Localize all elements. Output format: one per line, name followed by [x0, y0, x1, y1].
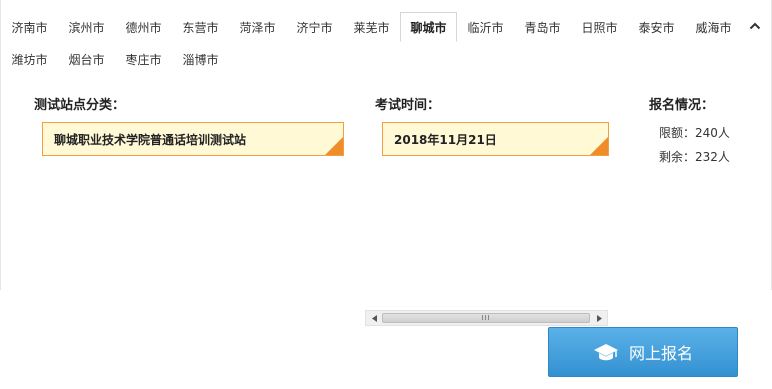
tab-yantai[interactable]: 烟台市 — [58, 46, 115, 74]
online-registration-button[interactable]: 网上报名 — [548, 327, 738, 377]
site-category-label: 测试站点分类： — [34, 98, 126, 113]
scroll-right-button[interactable] — [591, 311, 607, 325]
dropdown-corner — [325, 137, 343, 155]
quota-text: 限额：240人 — [659, 126, 730, 140]
tab-weifang[interactable]: 潍坊市 — [1, 46, 58, 74]
tab-binzhou[interactable]: 滨州市 — [58, 14, 115, 42]
tab-zaozhuang[interactable]: 枣庄市 — [115, 46, 172, 74]
tab-heze[interactable]: 菏泽市 — [229, 14, 286, 42]
tab-liaocheng-active[interactable]: 聊城市 — [400, 12, 457, 42]
exam-time-select[interactable]: 2018年11月21日 — [382, 122, 609, 156]
tab-zibo[interactable]: 淄博市 — [172, 46, 229, 74]
online-registration-label: 网上报名 — [628, 344, 693, 363]
scrollbar-thumb[interactable]: III — [382, 313, 590, 323]
tab-dezhou[interactable]: 德州市 — [115, 14, 172, 42]
tab-taian[interactable]: 泰安市 — [628, 14, 685, 42]
city-tab-row-1: 济南市 滨州市 德州市 东营市 菏泽市 济宁市 莱芜市 聊城市 临沂市 青岛市 … — [1, 12, 742, 42]
arrow-right-icon — [596, 314, 602, 322]
tab-qingdao[interactable]: 青岛市 — [514, 14, 571, 42]
site-select[interactable]: 聊城职业技术学院普通话培训测试站 — [42, 122, 344, 156]
tab-laiwu[interactable]: 莱芜市 — [343, 14, 400, 42]
graduation-cap-icon — [593, 344, 618, 361]
remaining-text: 剩余：232人 — [659, 150, 730, 164]
city-tab-row-2: 潍坊市 烟台市 枣庄市 淄博市 — [1, 46, 229, 74]
chevron-up-icon — [749, 22, 761, 30]
tab-dongying[interactable]: 东营市 — [172, 14, 229, 42]
tab-jining[interactable]: 济宁市 — [286, 14, 343, 42]
tab-rizhao[interactable]: 日照市 — [571, 14, 628, 42]
collapse-tabs-button[interactable] — [747, 18, 763, 34]
dropdown-corner — [590, 137, 608, 155]
scrollbar-grip: III — [481, 314, 491, 322]
exam-time-label: 考试时间： — [375, 98, 441, 113]
tab-linyi[interactable]: 临沂市 — [457, 14, 514, 42]
scroll-left-button[interactable] — [366, 311, 382, 325]
tab-weihai[interactable]: 威海市 — [685, 14, 742, 42]
arrow-left-icon — [371, 314, 377, 322]
tab-jinan[interactable]: 济南市 — [1, 14, 58, 42]
site-select-value: 聊城职业技术学院普通话培训测试站 — [54, 133, 247, 147]
exam-time-value: 2018年11月21日 — [394, 133, 497, 147]
registration-status-label: 报名情况： — [649, 98, 715, 113]
horizontal-scrollbar[interactable]: III — [365, 310, 608, 326]
